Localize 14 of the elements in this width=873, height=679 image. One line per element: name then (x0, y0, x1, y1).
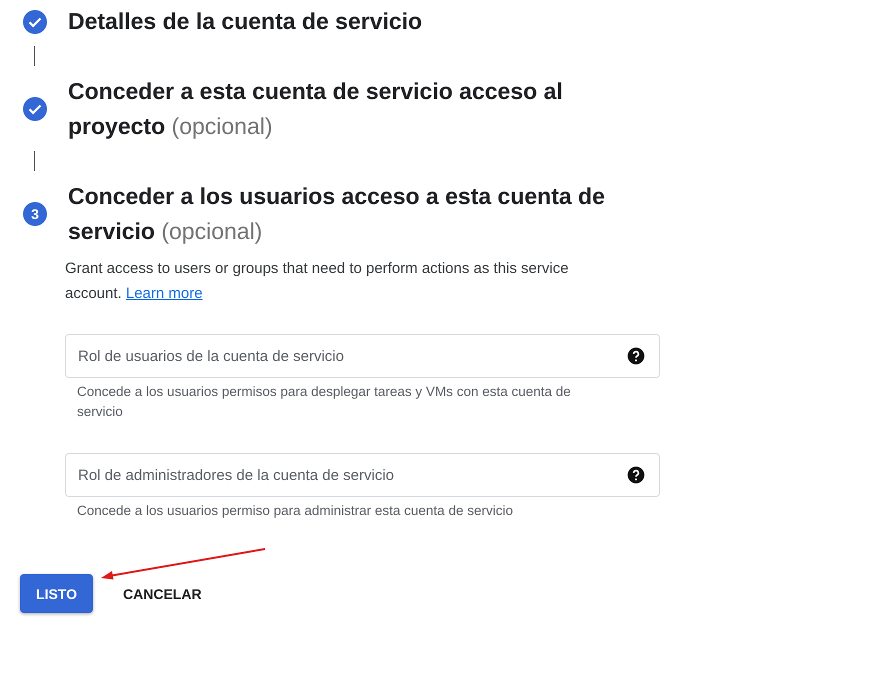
help-icon (626, 465, 646, 485)
done-button[interactable]: LISTO (20, 574, 93, 613)
step-title: Detalles de la cuenta de servicio (68, 7, 424, 36)
hint-text: Concede a los usuarios permiso para administrar esta cuenta de servicio (76, 502, 514, 520)
select-field[interactable]: Rol de administradores de la cuenta de servicio (65, 453, 660, 497)
select-field[interactable]: Rol de usuarios de la cuenta de servicio (65, 334, 660, 378)
help-icon (626, 346, 646, 366)
step-title: Conceder a los usuarios acceso a esta cuenta de servicio (opcional) (68, 182, 606, 246)
learn-more-link[interactable]: Learn more (126, 285, 203, 302)
cancel-button[interactable]: CANCELAR (115, 574, 210, 613)
hint-text: Concede a los usuarios permisos para desplegar tareas y VMs con esta cuenta de servicio (76, 383, 572, 421)
step-title: Conceder a esta cuenta de servicio acceso al proyecto (opcional) (68, 77, 564, 141)
step-number: 3 (23, 202, 47, 226)
description-text: Grant access to users or groups that need to perform actions as this service account. Learn more (65, 259, 570, 304)
